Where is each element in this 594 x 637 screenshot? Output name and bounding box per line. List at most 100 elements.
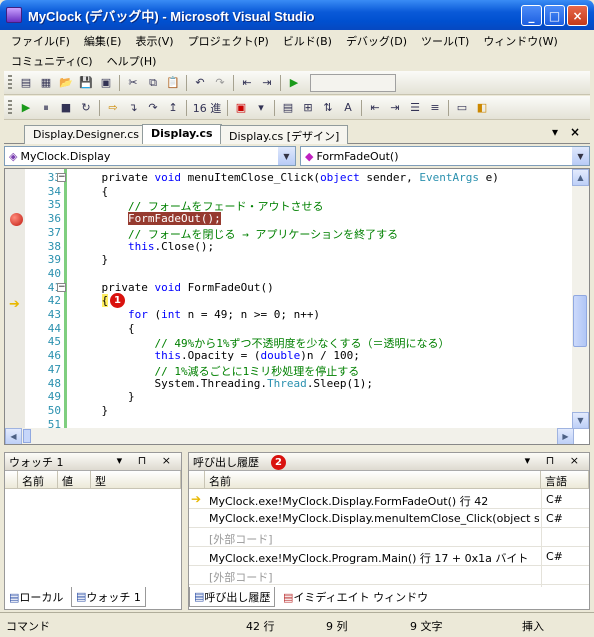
code-line[interactable]: }	[75, 404, 108, 417]
tab-locals[interactable]: ▤ ローカル	[5, 587, 67, 607]
horizontal-scrollbar[interactable]: ◀ ▶	[5, 428, 574, 444]
scroll-right-icon[interactable]: ▶	[557, 428, 574, 444]
menu-item-b0[interactable]: コミュニティ(C)	[4, 53, 100, 69]
call-stack-row[interactable]: [外部コード]	[189, 528, 589, 547]
chevron-down-icon[interactable]: ▼	[278, 147, 295, 165]
start-debug-icon[interactable]: ▶	[284, 74, 304, 92]
panel-controls[interactable]: ▾ ⊓ ×	[117, 454, 177, 467]
toolbar-grip[interactable]	[8, 99, 12, 116]
watch-col-type[interactable]: 型	[91, 471, 181, 489]
code-line[interactable]: {	[75, 322, 135, 335]
breakpoints-window-icon[interactable]: ▣	[231, 99, 251, 117]
code-line[interactable]: System.Threading.Thread.Sleep(1);	[75, 377, 373, 390]
panel-controls[interactable]: ▾ ⊓ ×	[525, 454, 585, 467]
minimize-button[interactable]: _	[521, 5, 542, 26]
maximize-button[interactable]: □	[544, 5, 565, 26]
redo-icon[interactable]: ↷	[210, 74, 230, 92]
collapse-icon[interactable]: −	[57, 173, 66, 182]
class-view-icon[interactable]: ⊞	[298, 99, 318, 117]
sort-icon[interactable]: ⇅	[318, 99, 338, 117]
window-layout-icon[interactable]: ▭	[452, 99, 472, 117]
step-over-icon[interactable]: ↷	[143, 99, 163, 117]
code-line[interactable]: }	[75, 253, 108, 266]
step-out-icon[interactable]: ↥	[163, 99, 183, 117]
class-combo[interactable]: ◈ MyClock.Display ▼	[4, 146, 296, 166]
open-file-icon[interactable]: 📂	[56, 74, 76, 92]
menu-item-a7[interactable]: ウィンドウ(W)	[476, 33, 564, 49]
toolbar-grip[interactable]	[8, 74, 12, 91]
close-button[interactable]: ×	[567, 5, 588, 26]
code-line[interactable]: }	[75, 390, 135, 403]
menu-item-a6[interactable]: ツール(T)	[414, 33, 476, 49]
bookmark-icon[interactable]: ◧	[472, 99, 492, 117]
step-into-icon[interactable]: ↴	[123, 99, 143, 117]
find-symbol-icon[interactable]: A	[338, 99, 358, 117]
code-line[interactable]: FormFadeOut();	[75, 212, 221, 226]
current-statement-arrow-icon[interactable]: ➔	[9, 297, 20, 312]
code-editor[interactable]: 33 private void menuItemClose_Click(obje…	[4, 168, 590, 445]
copy-icon[interactable]: ⧉	[143, 74, 163, 92]
callstack-col-language[interactable]: 言語	[541, 471, 589, 489]
code-line[interactable]: {	[75, 185, 108, 198]
break-all-icon[interactable]: ⏸	[36, 99, 56, 117]
code-line[interactable]: this.Close();	[75, 240, 214, 253]
scroll-left-icon[interactable]: ◀	[5, 428, 22, 444]
chevron-down-icon[interactable]: ▼	[572, 147, 589, 165]
breakpoint-icon[interactable]	[10, 213, 23, 226]
callstack-col-name[interactable]: 名前	[205, 471, 541, 489]
scroll-up-icon[interactable]: ▲	[572, 169, 589, 186]
watch-col-value[interactable]: 値	[58, 471, 91, 489]
undo-icon[interactable]: ↶	[190, 74, 210, 92]
add-item-icon[interactable]: ▦	[36, 74, 56, 92]
call-stack-row[interactable]: ➔ MyClock.exe!MyClock.Display.FormFadeOut…	[189, 490, 589, 509]
scroll-down-icon[interactable]: ▼	[572, 412, 589, 429]
uncomment-icon[interactable]: ≡	[425, 99, 445, 117]
call-stack-row[interactable]: MyClock.exe!MyClock.Program.Main() 行 17 …	[189, 547, 589, 566]
increase-indent-icon[interactable]: ⇥	[385, 99, 405, 117]
call-stack-row[interactable]: [外部コード]	[189, 566, 589, 585]
save-icon[interactable]: 💾	[76, 74, 96, 92]
watch-col-name[interactable]: 名前	[18, 471, 58, 489]
show-next-statement-icon[interactable]: ⇨	[103, 99, 123, 117]
restart-icon[interactable]: ↻	[76, 99, 96, 117]
new-project-icon[interactable]: ▤	[16, 74, 36, 92]
collapse-icon[interactable]: −	[57, 282, 66, 292]
menu-item-a5[interactable]: デバッグ(D)	[339, 33, 414, 49]
code-line[interactable]: {	[75, 294, 109, 308]
navigate-forward-icon[interactable]: ⇥	[257, 74, 277, 92]
navigate-back-icon[interactable]: ⇤	[237, 74, 257, 92]
menu-item-a2[interactable]: 表示(V)	[128, 33, 180, 49]
code-line[interactable]: private void FormFadeOut()	[75, 281, 273, 294]
tab-list-icon[interactable]: ▾	[552, 125, 558, 139]
menu-item-a1[interactable]: 編集(E)	[77, 33, 129, 49]
call-stack-row[interactable]: MyClock.exe!MyClock.Display.menuItemClos…	[189, 509, 589, 528]
code-line[interactable]: for (int n = 49; n >= 0; n++)	[75, 308, 320, 321]
stop-debug-icon[interactable]: ■	[56, 99, 76, 117]
quick-watch-icon[interactable]: ▤	[278, 99, 298, 117]
decrease-indent-icon[interactable]: ⇤	[365, 99, 385, 117]
tab-watch-1[interactable]: ▤ ウォッチ 1	[71, 587, 146, 607]
solution-config-combo[interactable]	[310, 73, 396, 92]
tab-display-designer-cs[interactable]: Display.Designer.cs	[24, 125, 149, 144]
close-document-icon[interactable]: ×	[570, 125, 580, 139]
title-bar[interactable]: MyClock (デバッグ中) - Microsoft Visual Studi…	[0, 0, 594, 30]
menu-item-a0[interactable]: ファイル(F)	[4, 33, 77, 49]
paste-icon[interactable]: 📋	[163, 74, 183, 92]
cut-icon[interactable]: ✂	[123, 74, 143, 92]
tab-display-cs-design[interactable]: Display.cs [デザイン]	[220, 125, 349, 144]
tab-immediate-window[interactable]: ▤ イミディエイト ウィンドウ	[279, 587, 432, 607]
menu-item-a3[interactable]: プロジェクト(P)	[181, 33, 276, 49]
hex-display-button[interactable]: 16 進	[190, 99, 224, 117]
vertical-scrollbar[interactable]: ▲ ▼	[572, 169, 589, 429]
member-combo[interactable]: ◆ FormFadeOut() ▼	[300, 146, 590, 166]
scroll-thumb[interactable]	[23, 429, 31, 443]
dropdown-arrow-icon[interactable]: ▾	[251, 99, 271, 117]
continue-icon[interactable]: ▶	[16, 99, 36, 117]
save-all-icon[interactable]: ▣	[96, 74, 116, 92]
comment-out-icon[interactable]: ☰	[405, 99, 425, 117]
tab-call-stack[interactable]: ▤ 呼び出し履歴	[189, 587, 276, 607]
menu-item-b1[interactable]: ヘルプ(H)	[100, 53, 164, 69]
code-line[interactable]: this.Opacity = (double)n / 100;	[75, 349, 359, 362]
menu-item-a4[interactable]: ビルド(B)	[276, 33, 339, 49]
scroll-thumb[interactable]	[573, 295, 587, 347]
